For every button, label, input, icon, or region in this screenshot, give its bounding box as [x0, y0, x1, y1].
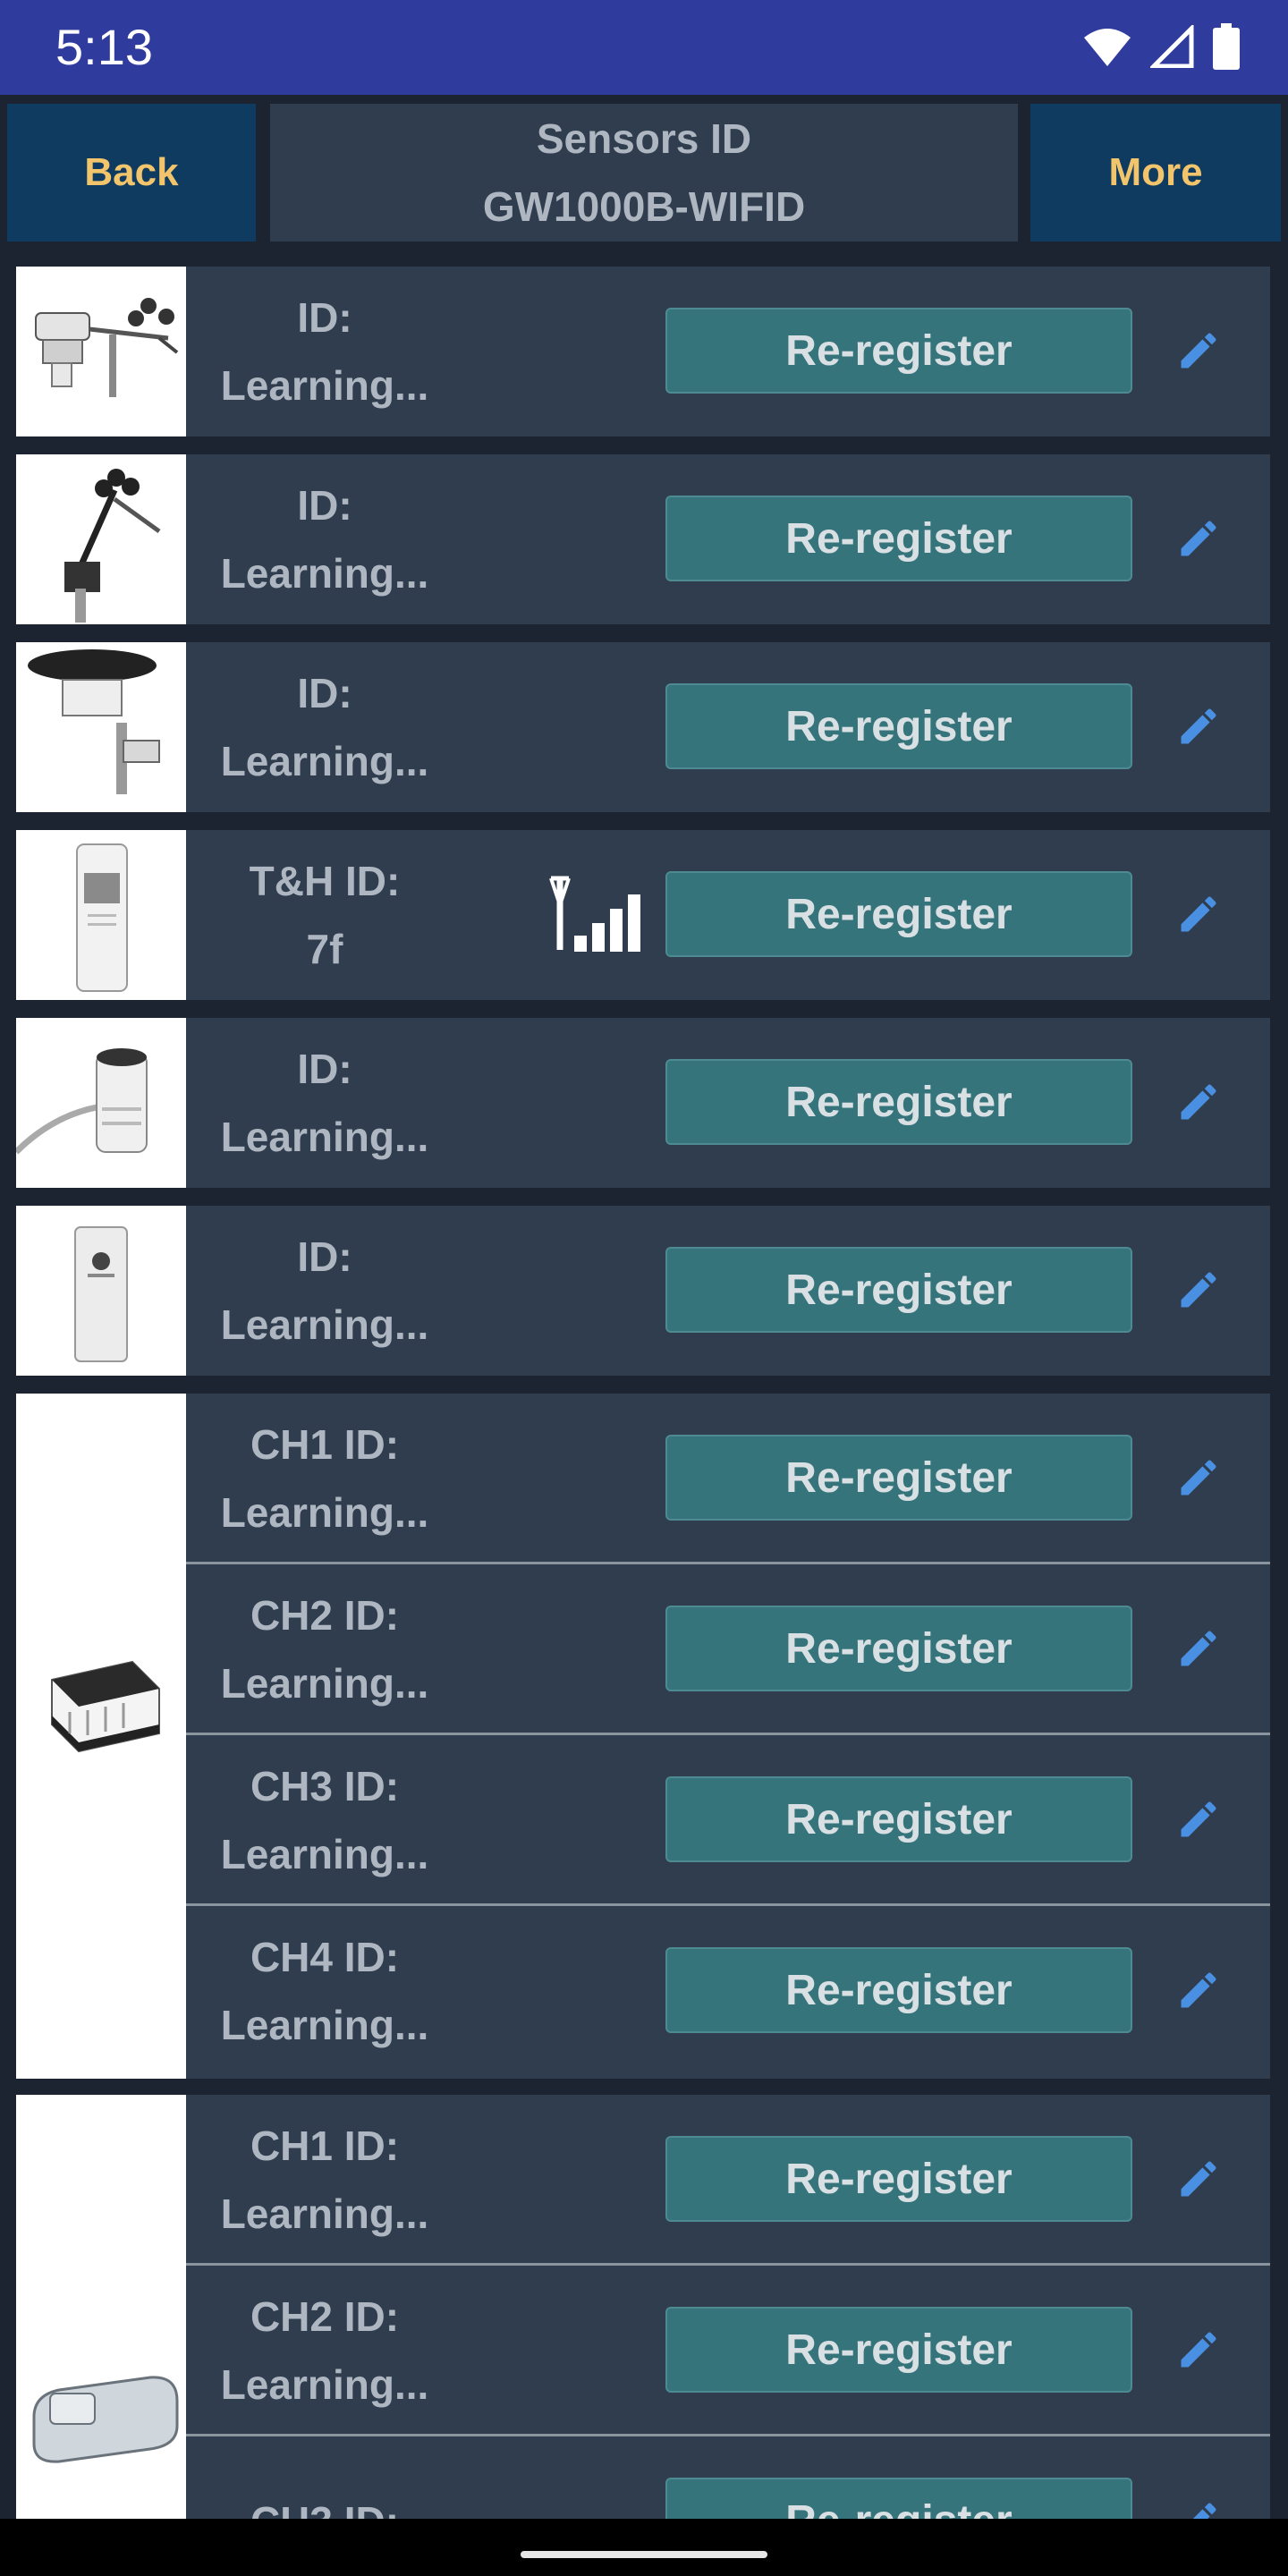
re-register-button[interactable]: Re-register	[665, 2478, 1132, 2519]
sensor-id-label: ID: Learning...	[220, 670, 429, 784]
channel-row: CH3 ID: Learning... Re-register	[186, 1733, 1270, 1902]
re-register-button[interactable]: Re-register	[665, 2136, 1132, 2222]
signal-bars-icon	[542, 869, 649, 959]
channel-row: CH1 ID: Learning... Re-register	[186, 1394, 1270, 1563]
channel-id-label: CH1 ID: Learning...	[220, 1421, 429, 1536]
edit-icon[interactable]	[1170, 1791, 1227, 1848]
status-time: 5:13	[55, 19, 153, 75]
sensor-id-label: ID: Learning...	[220, 482, 429, 597]
status-bar: 5:13	[0, 0, 1288, 95]
re-register-button[interactable]: Re-register	[665, 1247, 1132, 1333]
channel-id-label: CH3 ID:	[186, 2436, 463, 2519]
channel-row: CH2 ID: Learning... Re-register	[186, 2263, 1270, 2433]
edit-icon[interactable]	[1170, 1261, 1227, 1318]
wind-sensor-image	[16, 454, 186, 624]
wifi-icon	[1084, 29, 1131, 66]
sensor-row: ID: Learning... Re-register	[186, 1206, 1270, 1376]
edit-icon[interactable]	[1170, 1073, 1227, 1131]
edit-icon[interactable]	[1170, 2150, 1227, 2207]
channel-row: CH2 ID: Learning... Re-register	[186, 1562, 1270, 1732]
rain-sensor-image	[16, 1018, 186, 1188]
re-register-button[interactable]: Re-register	[665, 496, 1132, 581]
channel-row: CH1 ID: Learning... Re-register	[186, 2095, 1270, 2265]
sensor-card: ID: Learning... Re-register	[16, 267, 1270, 436]
back-button[interactable]: Back	[7, 104, 256, 242]
thermo-hygro-sensor-image	[16, 830, 186, 1000]
sensor-id-label: ID: Learning...	[220, 1233, 429, 1348]
sensor-row: ID: Learning... Re-register	[186, 267, 1270, 436]
re-register-button[interactable]: Re-register	[665, 871, 1132, 957]
edit-icon[interactable]	[1170, 1962, 1227, 2019]
channel-id-label: CH2 ID: Learning...	[220, 2293, 429, 2408]
channel-id-label: CH4 ID: Learning...	[220, 1934, 429, 2048]
sensor-id-label: T&H ID: 7f	[249, 858, 401, 972]
sensor-card: ID: Learning... Re-register	[16, 1206, 1270, 1376]
status-icons	[1082, 20, 1240, 73]
sensor-id-label: ID: Learning...	[220, 294, 429, 409]
home-gesture-handle[interactable]	[521, 2551, 767, 2558]
channel-group-card: CH1 ID: Learning... Re-register CH2 ID: Le…	[16, 2095, 1270, 2519]
sensor-id-label: ID: Learning...	[220, 1046, 429, 1160]
re-register-button[interactable]: Re-register	[665, 1776, 1132, 1862]
page-title-line2: GW1000B-WIFID	[482, 183, 806, 230]
sensor-list[interactable]: ID: Learning... Re-register ID: Learning…	[0, 247, 1288, 2519]
sensor-card: T&H ID: 7f Re-register	[16, 830, 1270, 1000]
channel-sensor-image	[16, 2095, 186, 2519]
channel-id-label: CH3 ID: Learning...	[220, 1763, 429, 1877]
channel-row: CH3 ID: Re-register	[186, 2434, 1270, 2519]
edit-icon[interactable]	[1170, 886, 1227, 943]
rain-gauge-image	[16, 642, 186, 812]
screen: 5:13 Back Sensors ID GW1000B-WIFID More	[0, 0, 1288, 2576]
edit-icon[interactable]	[1170, 1449, 1227, 1506]
weather-station-image	[16, 267, 186, 436]
re-register-button[interactable]: Re-register	[665, 2307, 1132, 2393]
sensor-row: T&H ID: 7f Re-register	[186, 830, 1270, 1000]
more-button[interactable]: More	[1030, 104, 1281, 242]
edit-icon[interactable]	[1170, 510, 1227, 567]
channel-id-label: CH1 ID: Learning...	[220, 2123, 429, 2237]
re-register-button[interactable]: Re-register	[665, 683, 1132, 769]
sensor-row: ID: Learning... Re-register	[186, 1018, 1270, 1188]
re-register-button[interactable]: Re-register	[665, 1059, 1132, 1145]
edit-icon[interactable]	[1170, 2321, 1227, 2378]
edit-icon[interactable]	[1170, 698, 1227, 755]
re-register-button[interactable]: Re-register	[665, 308, 1132, 394]
page-title-line1: Sensors ID	[536, 115, 752, 162]
cell-signal-icon	[1150, 25, 1194, 68]
re-register-button[interactable]: Re-register	[665, 1947, 1132, 2033]
header: Back Sensors ID GW1000B-WIFID More	[0, 95, 1288, 247]
edit-icon[interactable]	[1170, 2492, 1227, 2519]
edit-icon[interactable]	[1170, 1620, 1227, 1677]
navigation-bar	[0, 2519, 1288, 2576]
re-register-button[interactable]: Re-register	[665, 1606, 1132, 1691]
channel-row: CH4 ID: Learning... Re-register	[186, 1903, 1270, 2073]
channel-group-card: CH1 ID: Learning... Re-register CH2 ID: Le…	[16, 1394, 1270, 2079]
sensor-row: ID: Learning... Re-register	[186, 642, 1270, 812]
sensor-card: ID: Learning... Re-register	[16, 1018, 1270, 1188]
re-register-button[interactable]: Re-register	[665, 1435, 1132, 1521]
page-title: Sensors ID GW1000B-WIFID	[270, 104, 1018, 242]
sensor-card: ID: Learning... Re-register	[16, 454, 1270, 624]
edit-icon[interactable]	[1170, 322, 1227, 379]
sensor-row: ID: Learning... Re-register	[186, 454, 1270, 624]
sensor-card: ID: Learning... Re-register	[16, 642, 1270, 812]
sensor-image	[16, 1206, 186, 1376]
channel-id-label: CH2 ID: Learning...	[220, 1592, 429, 1707]
channel-sensor-image	[16, 1394, 186, 2079]
battery-icon	[1213, 23, 1240, 70]
